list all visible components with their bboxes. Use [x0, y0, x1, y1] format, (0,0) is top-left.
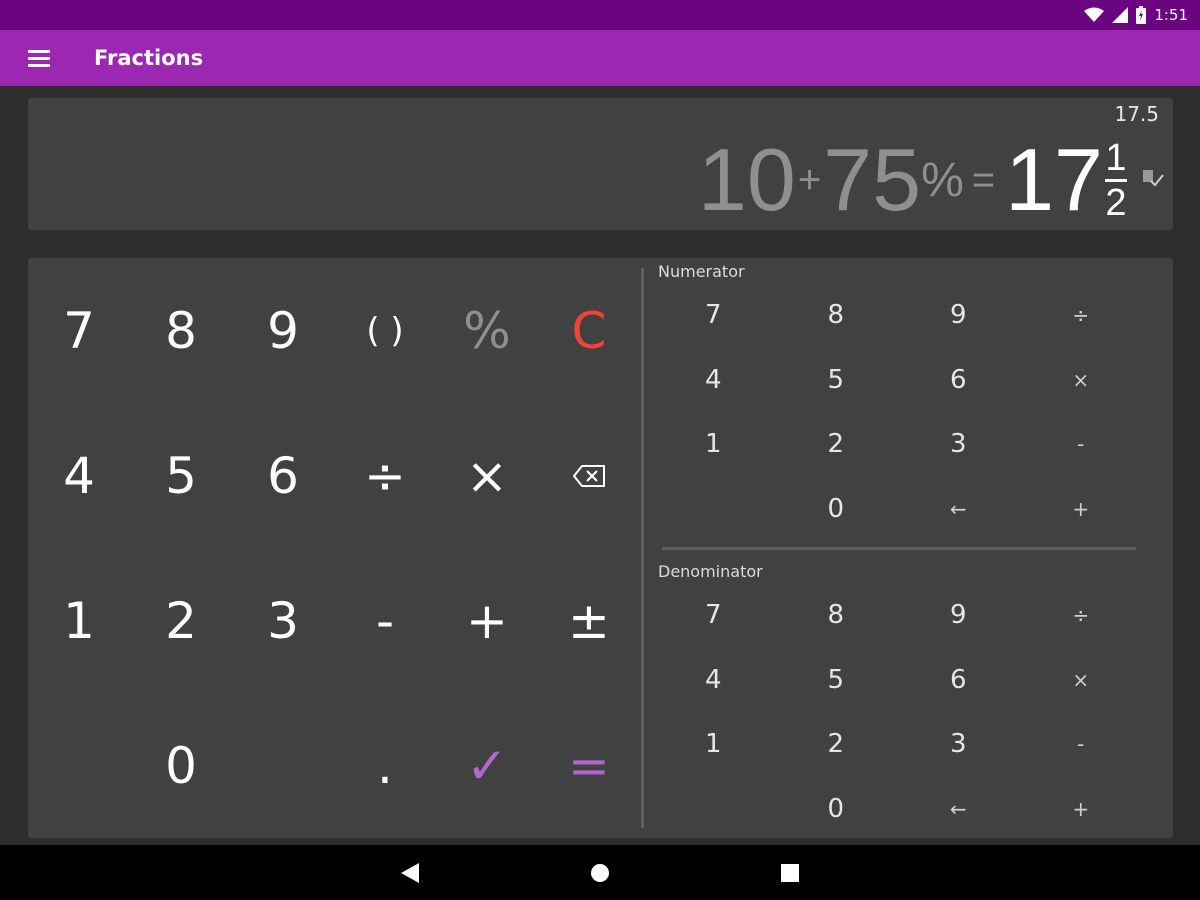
key-5[interactable]: 5: [130, 403, 232, 548]
key-multiply[interactable]: ×: [1020, 348, 1143, 413]
key-left-arrow-icon[interactable]: ←: [897, 477, 1020, 542]
numerator-label: Numerator: [658, 262, 745, 281]
key-0[interactable]: 0: [130, 693, 232, 838]
operand-1: 10: [697, 130, 796, 229]
key-8[interactable]: 8: [775, 583, 898, 648]
status-time: 1:51: [1154, 6, 1188, 24]
numerator-keypad: 7 8 9 ÷ 4 5 6 × 1 2 3- 0 ← +: [652, 283, 1142, 541]
key-4[interactable]: 4: [652, 348, 775, 413]
key-8[interactable]: 8: [130, 258, 232, 403]
key-3[interactable]: 3: [232, 548, 334, 693]
key-decimal[interactable]: .: [334, 693, 436, 838]
key-left-arrow-icon[interactable]: ←: [897, 777, 1020, 842]
key-1[interactable]: 1: [652, 412, 775, 477]
key-divide[interactable]: ÷: [334, 403, 436, 548]
result-display: 17.5 10 + 75 % = 17 1 2: [28, 98, 1173, 230]
key-check[interactable]: ✓: [436, 693, 538, 838]
denominator-keypad: 7 8 9 ÷ 4 5 6 × 1 2 3- 0 ← +: [652, 583, 1142, 841]
key-1[interactable]: 1: [28, 548, 130, 693]
key-9[interactable]: 9: [232, 258, 334, 403]
navigation-bar: [0, 845, 1200, 900]
key-5[interactable]: 5: [775, 348, 898, 413]
home-circle-icon[interactable]: [585, 858, 615, 888]
horizontal-divider: [662, 547, 1136, 550]
equals-sign: =: [971, 157, 996, 202]
key-6[interactable]: 6: [232, 403, 334, 548]
key-4[interactable]: 4: [652, 648, 775, 713]
back-triangle-icon[interactable]: [395, 858, 425, 888]
key-divide[interactable]: ÷: [1020, 583, 1143, 648]
key-7[interactable]: 7: [652, 583, 775, 648]
key-2[interactable]: 2: [775, 412, 898, 477]
hamburger-icon[interactable]: [28, 43, 58, 73]
key-9[interactable]: 9: [897, 283, 1020, 348]
operand-2: 75: [823, 130, 922, 229]
key-0[interactable]: 0: [775, 477, 898, 542]
key-7[interactable]: 7: [652, 283, 775, 348]
key-empty: [652, 777, 775, 842]
key-divide[interactable]: ÷: [1020, 283, 1143, 348]
backspace-icon[interactable]: [538, 403, 640, 548]
key-subtract[interactable]: -: [1020, 712, 1143, 777]
app-bar: Fractions: [0, 30, 1200, 86]
signal-icon: [1112, 7, 1129, 23]
key-add[interactable]: +: [1020, 477, 1143, 542]
key-subtract[interactable]: -: [334, 548, 436, 693]
key-4[interactable]: 4: [28, 403, 130, 548]
key-6[interactable]: 6: [897, 648, 1020, 713]
key-empty: [232, 693, 334, 838]
vertical-divider: [641, 268, 644, 828]
key-empty: [28, 693, 130, 838]
result-whole: 17: [1005, 130, 1103, 229]
key-empty: [652, 477, 775, 542]
operator: +: [797, 157, 822, 202]
key-0[interactable]: 0: [775, 777, 898, 842]
main-keypad: 7 8 9( )% C 4 5 6 ÷ × 1 2 3- + ±0. ✓ =: [28, 258, 640, 838]
result-numerator: 1: [1105, 136, 1127, 179]
key-subtract[interactable]: -: [1020, 412, 1143, 477]
copy-check-icon[interactable]: [1141, 166, 1165, 190]
status-bar: 1:51: [0, 0, 1200, 30]
key-1[interactable]: 1: [652, 712, 775, 777]
key-multiply[interactable]: ×: [436, 403, 538, 548]
result-fraction: 1 2: [1105, 139, 1127, 222]
key-multiply[interactable]: ×: [1020, 648, 1143, 713]
denominator-label: Denominator: [658, 562, 763, 581]
key-equals[interactable]: =: [538, 693, 640, 838]
key-add[interactable]: +: [1020, 777, 1143, 842]
recents-square-icon[interactable]: [775, 858, 805, 888]
result-denominator: 2: [1105, 181, 1127, 224]
app-title: Fractions: [94, 46, 204, 70]
key-3[interactable]: 3: [897, 412, 1020, 477]
key-6[interactable]: 6: [897, 348, 1020, 413]
key-parentheses[interactable]: ( ): [334, 258, 436, 403]
key-8[interactable]: 8: [775, 283, 898, 348]
key-percent[interactable]: %: [436, 258, 538, 403]
decimal-result: 17.5: [1114, 102, 1159, 126]
key-clear[interactable]: C: [538, 258, 640, 403]
percent-sign: %: [921, 153, 964, 207]
expression: 10 + 75 % = 17 1 2: [698, 132, 1127, 228]
key-5[interactable]: 5: [775, 648, 898, 713]
key-add[interactable]: +: [436, 548, 538, 693]
key-2[interactable]: 2: [775, 712, 898, 777]
key-7[interactable]: 7: [28, 258, 130, 403]
key-plus-minus[interactable]: ±: [538, 548, 640, 693]
key-3[interactable]: 3: [897, 712, 1020, 777]
key-2[interactable]: 2: [130, 548, 232, 693]
battery-icon: [1136, 6, 1147, 24]
wifi-icon: [1084, 7, 1105, 23]
key-9[interactable]: 9: [897, 583, 1020, 648]
